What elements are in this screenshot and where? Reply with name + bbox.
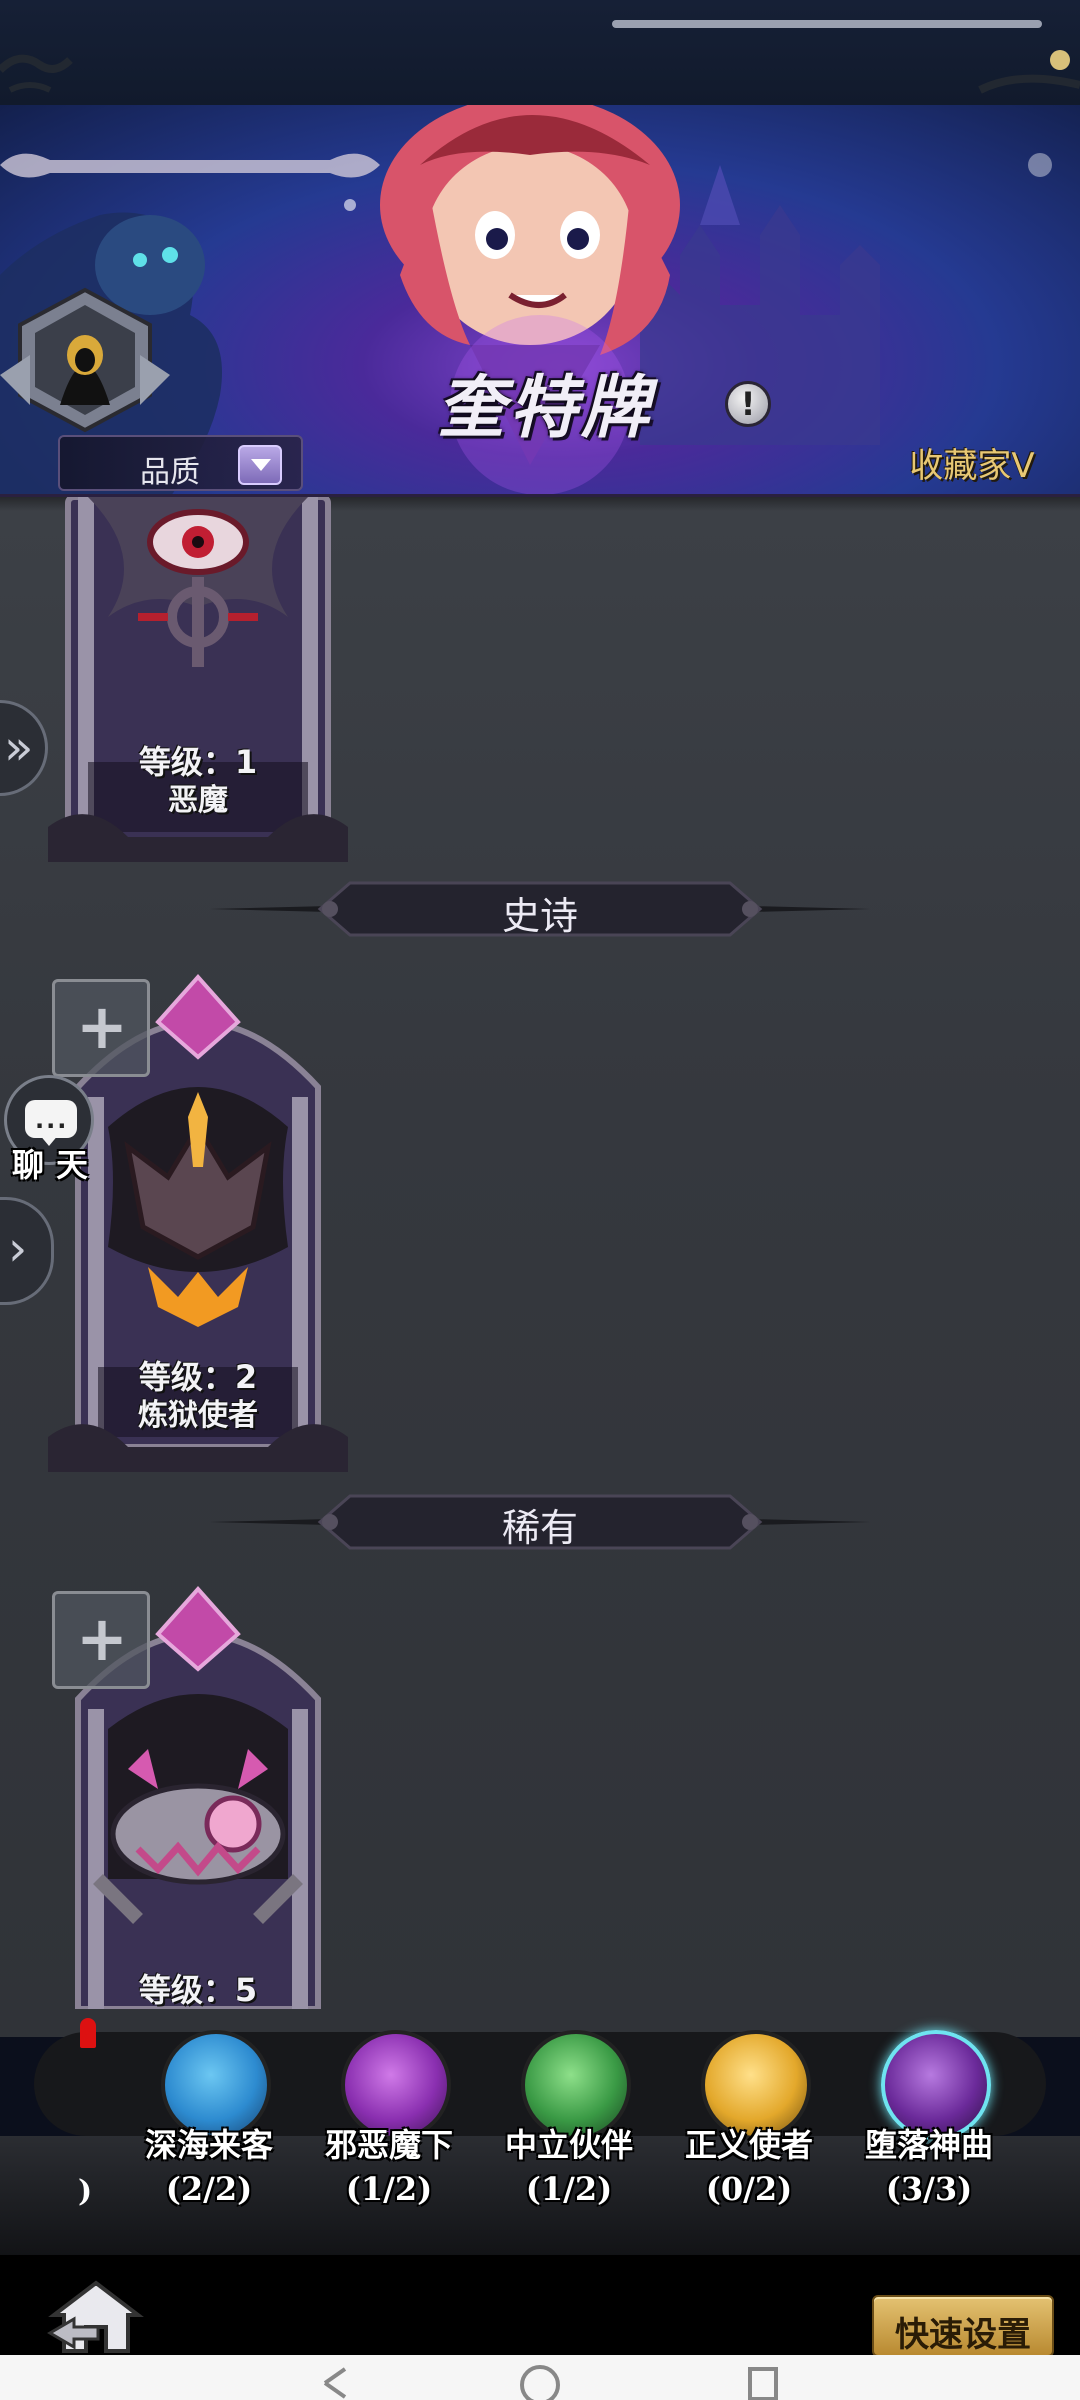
section-label-rare: 稀有 (501, 1506, 578, 1550)
faction-evil-minions[interactable]: 邪恶魔下 (1/2) (294, 2030, 484, 2230)
faction-name: 中立伙伴 (504, 2126, 633, 2164)
faction-count: (1/2) (345, 2170, 433, 2208)
double-chevron-right-icon: » (4, 720, 34, 776)
card-collection-panel: 等级：1 恶魔 史诗 + 等级：2 炼狱使者 稀有 + 等级：5 » › (0, 497, 1080, 2037)
faction-partial-icon (80, 2018, 96, 2048)
faction-fallen-divine-comedy[interactable]: 堕落神曲 (3/3) (834, 2030, 1024, 2230)
collector-level-label[interactable]: 收藏家V (872, 438, 1072, 487)
side-expand-tab-middle[interactable]: › (0, 1197, 54, 1305)
section-label-epic: 史诗 (501, 894, 578, 938)
faction-justice-envoys[interactable]: 正义使者 (0/2) (654, 2030, 844, 2230)
chevron-down-icon[interactable] (238, 445, 282, 485)
plus-icon: + (76, 1602, 128, 1675)
chat-label[interactable]: 聊天 (12, 1140, 100, 1186)
faction-name: 深海来客 (144, 2126, 273, 2164)
faction-count: (1/2) (525, 2170, 613, 2208)
faction-name: 正义使者 (684, 2126, 813, 2164)
faction-deep-sea[interactable]: 深海来客 (2/2) (114, 2030, 304, 2230)
chevron-right-icon: › (8, 1221, 28, 1277)
card-skull[interactable]: + 等级：5 (48, 1579, 348, 2009)
home-nav-icon[interactable] (520, 2365, 560, 2400)
faction-count: (2/2) (165, 2170, 253, 2208)
chat-dots: ... (35, 1106, 69, 1134)
plus-icon: + (76, 990, 128, 1063)
info-button[interactable]: ! (725, 381, 771, 427)
banner: 奎特牌 ! 品质 收藏家V (0, 105, 1080, 497)
side-expand-tab-top[interactable]: » (0, 700, 48, 796)
page-title: 奎特牌 (436, 368, 653, 448)
card-name: 恶魔 (168, 783, 228, 818)
faction-name: 堕落神曲 (864, 2126, 993, 2164)
status-strip (0, 0, 1080, 105)
faction-count: (0/2) (705, 2170, 793, 2208)
card-purgatory-envoy[interactable]: + 等级：2 炼狱使者 (48, 967, 348, 1472)
quality-filter-dropdown[interactable]: 品质 (58, 435, 303, 491)
back-nav-icon[interactable] (323, 2367, 347, 2399)
title-plate (0, 153, 380, 178)
thorn-decoration-right-icon (978, 50, 1080, 94)
thorn-decoration-left-icon (0, 54, 73, 93)
quick-setup-button[interactable]: 快速设置 (872, 2295, 1054, 2357)
add-card-button[interactable]: + (52, 1591, 150, 1689)
card-level: 等级：5 (138, 1971, 258, 2009)
card-name: 炼狱使者 (138, 1398, 258, 1433)
faction-name: 邪恶魔下 (324, 2126, 453, 2164)
faction-partial-count: ) (78, 2174, 93, 2209)
recents-nav-icon[interactable] (748, 2367, 778, 2400)
quality-filter-label: 品质 (140, 455, 200, 490)
status-pill (612, 20, 1042, 28)
collector-badge-icon[interactable] (0, 285, 170, 435)
faction-count: (3/3) (885, 2170, 973, 2208)
quick-setup-label: 快速设置 (895, 2315, 1031, 2355)
system-nav-bar (0, 2355, 1080, 2400)
card-demon[interactable]: 等级：1 恶魔 (48, 497, 348, 862)
home-back-icon[interactable] (46, 2275, 146, 2355)
faction-neutral-partners[interactable]: 中立伙伴 (1/2) (474, 2030, 664, 2230)
add-card-button[interactable]: + (52, 979, 150, 1077)
